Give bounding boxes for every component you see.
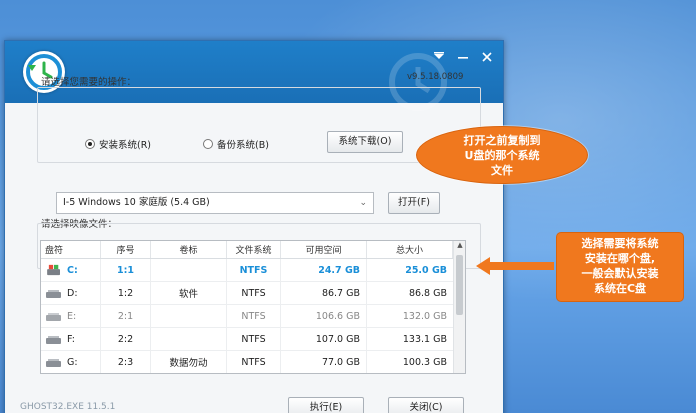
row-free: 77.0 GB [281,351,367,373]
row-total: 132.0 GB [402,310,447,322]
drive-select-callout: 选择需要将系统 安装在哪个盘, 一般会默认安装 系统在C盘 [556,232,684,302]
drive-letter: F: [67,333,75,345]
row-total: 86.8 GB [408,287,447,299]
table-header: 盘符 序号 卷标 文件系统 可用空间 总大小 [41,241,453,259]
row-label: 软件 [151,282,227,304]
menu-icon[interactable] [431,49,447,65]
system-drive-icon [47,264,60,276]
drive-letter: D: [67,287,78,299]
row-index: 2:1 [101,305,151,327]
image-file-value: I-5 Windows 10 家庭版 (5.4 GB) [63,197,210,208]
col-index: 序号 [101,241,151,258]
row-index: 1:2 [101,282,151,304]
partition-table: 盘符 序号 卷标 文件系统 可用空间 总大小 C: 1:1 NTFS 24.7 … [40,240,466,374]
install-radio[interactable]: 安装系统(R) [85,137,151,151]
operation-group [37,87,481,163]
hard-drive-icon [46,313,61,321]
execute-button[interactable]: 执行(E) [288,397,364,413]
row-total: 133.1 GB [402,333,447,345]
row-free: 106.6 GB [281,305,367,327]
col-total-size: 总大小 [367,241,453,258]
table-row[interactable]: D: 1:2 软件 NTFS 86.7 GB 86.8 GB [41,282,453,305]
callout-line: 选择需要将系统 [581,237,659,250]
callout-line: 文件 [491,164,513,177]
row-free: 107.0 GB [281,328,367,350]
row-index: 2:3 [101,351,151,373]
minimize-icon[interactable] [455,49,471,65]
row-filesystem: NTFS [227,351,281,373]
col-label: 卷标 [151,241,227,258]
drive-letter: E: [67,310,77,322]
arrow-left-icon [476,257,554,275]
col-drive: 盘符 [41,241,101,258]
row-label [151,305,227,327]
callout-line: 系统在C盘 [593,282,647,295]
row-total: 100.3 GB [402,356,447,368]
row-filesystem: NTFS [227,328,281,350]
hard-drive-icon [46,290,61,298]
scroll-up-icon[interactable]: ▲ [454,241,465,253]
install-radio-label: 安装系统(R) [99,140,152,151]
hard-drive-icon [46,359,61,367]
drive-letter: G: [67,356,78,368]
col-filesystem: 文件系统 [227,241,281,258]
version-label: v9.5.18.0809 [407,72,464,82]
table-scrollbar[interactable]: ▲ [453,241,465,373]
row-index: 1:1 [101,259,151,281]
operation-label: 请选择您需要的操作： [41,77,137,88]
backup-radio-label: 备份系统(B) [217,140,269,151]
backup-radio-dot [203,139,213,149]
callout-line: U盘的那个系统 [464,149,540,162]
open-file-button[interactable]: 打开(F) [388,192,440,214]
col-free-space: 可用空间 [281,241,367,258]
table-row[interactable]: C: 1:1 NTFS 24.7 GB 25.0 GB [41,259,453,282]
callout-line: 打开之前复制到 [463,134,541,147]
row-free: 24.7 GB [281,259,367,281]
row-label [151,259,227,281]
scroll-thumb[interactable] [456,255,463,315]
close-button[interactable]: 关闭(C) [388,397,464,413]
drive-letter: C: [67,264,78,276]
row-filesystem: NTFS [227,259,281,281]
download-system-button[interactable]: 系统下载(O) [327,131,403,153]
row-filesystem: NTFS [227,305,281,327]
table-row[interactable]: F: 2:2 NTFS 107.0 GB 133.1 GB [41,328,453,351]
row-index: 2:2 [101,328,151,350]
row-free: 86.7 GB [281,282,367,304]
image-file-callout: 打开之前复制到 U盘的那个系统 文件 [416,126,588,184]
close-icon[interactable] [479,49,495,65]
image-file-select[interactable]: I-5 Windows 10 家庭版 (5.4 GB) ⌄ [56,192,374,214]
install-radio-dot [85,139,95,149]
callout-line: 安装在哪个盘, [584,252,656,265]
ghost-exe-label: GHOST32.EXE 11.5.1 [20,402,116,412]
chevron-down-icon: ⌄ [359,198,367,208]
hard-drive-icon [46,336,61,344]
backup-radio[interactable]: 备份系统(B) [203,137,269,151]
callout-line: 一般会默认安装 [581,267,659,280]
row-label: 数据勿动 [151,351,227,373]
row-filesystem: NTFS [227,282,281,304]
row-label [151,328,227,350]
table-row[interactable]: E: 2:1 NTFS 106.6 GB 132.0 GB [41,305,453,328]
table-row[interactable]: G: 2:3 数据勿动 NTFS 77.0 GB 100.3 GB [41,351,453,373]
row-total: 25.0 GB [405,264,447,276]
